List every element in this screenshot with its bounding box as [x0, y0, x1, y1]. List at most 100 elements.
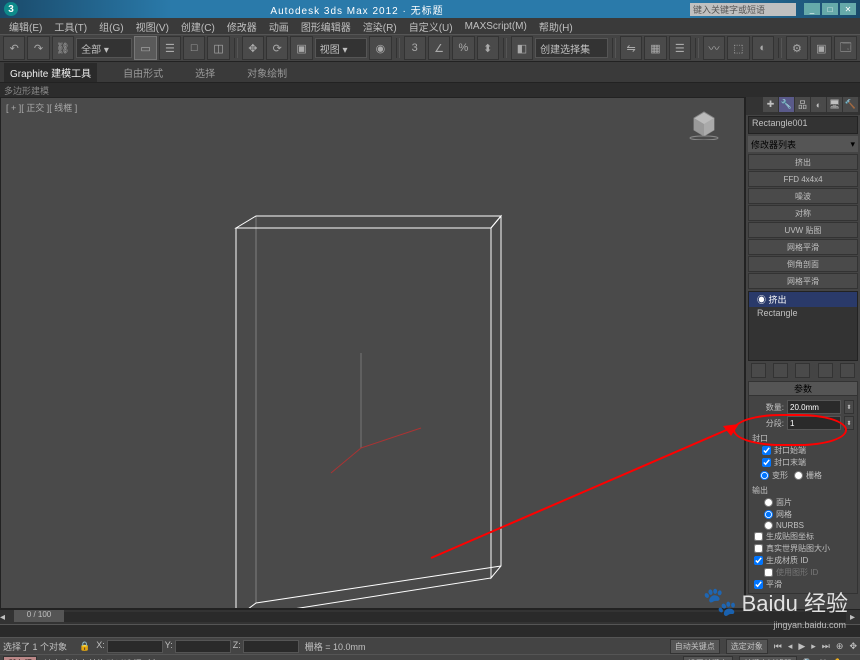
curve-editor-button[interactable]: 〰	[703, 36, 725, 60]
pivot-button[interactable]: ◉	[369, 36, 391, 60]
smooth-checkbox[interactable]	[754, 580, 763, 589]
rotate-button[interactable]: ⟳	[266, 36, 288, 60]
menu-graph[interactable]: 图形编辑器	[296, 19, 356, 34]
menu-modifiers[interactable]: 修改器	[222, 19, 262, 34]
cap-end-checkbox[interactable]	[762, 458, 771, 467]
amount-input[interactable]: 20.0mm	[787, 400, 841, 414]
play-button[interactable]: ▶	[798, 641, 805, 652]
menu-animation[interactable]: 动画	[264, 19, 294, 34]
link-button[interactable]: ⛓	[52, 36, 74, 60]
scale-button[interactable]: ▣	[290, 36, 312, 60]
remove-mod-button[interactable]	[818, 363, 833, 378]
timeline[interactable]: ◂ 0 / 100 ▸	[0, 609, 860, 624]
render-button[interactable]: 🗔	[834, 36, 856, 60]
tab-graphite[interactable]: Graphite 建模工具	[4, 63, 97, 82]
named-sets-list[interactable]: 创建选择集	[535, 38, 608, 58]
show-end-button[interactable]	[773, 363, 788, 378]
menu-render[interactable]: 渲染(R)	[358, 19, 402, 34]
output-nurbs-radio[interactable]	[764, 521, 773, 530]
modifier-stack[interactable]: ◉ 挤出 Rectangle	[748, 291, 858, 361]
menu-create[interactable]: 创建(C)	[176, 19, 220, 34]
nav-icon2[interactable]: ✥	[849, 641, 857, 652]
window-crossing-button[interactable]: ◫	[207, 36, 229, 60]
close-button[interactable]: ✕	[840, 3, 856, 15]
config-button[interactable]	[840, 363, 855, 378]
ref-coord-system[interactable]: 视图 ▾	[315, 38, 368, 58]
play-next-button[interactable]: ▸	[811, 641, 816, 652]
track-bar[interactable]	[0, 624, 860, 637]
play-prev-button[interactable]: ◂	[788, 641, 793, 652]
menu-group[interactable]: 组(G)	[94, 19, 128, 34]
menu-tools[interactable]: 工具(T)	[49, 19, 92, 34]
material-editor-button[interactable]: ◐	[752, 36, 774, 60]
morph-radio[interactable]	[760, 471, 769, 480]
stack-item-extrude[interactable]: ◉ 挤出	[749, 292, 857, 307]
mod-meshsmooth2[interactable]: 网格平滑	[748, 273, 858, 289]
undo-button[interactable]: ↶	[3, 36, 25, 60]
motion-tab-icon[interactable]: ◐	[811, 97, 826, 112]
layers-button[interactable]: ☰	[669, 36, 691, 60]
mod-bevel[interactable]: 倒角剖面	[748, 256, 858, 272]
move-button[interactable]: ✥	[242, 36, 264, 60]
spinner-snap-button[interactable]: ⬍	[477, 36, 499, 60]
grid-radio[interactable]	[794, 471, 803, 480]
mod-ffd[interactable]: FFD 4x4x4	[748, 171, 858, 187]
play-end-button[interactable]: ⏭	[822, 641, 830, 652]
mod-noise[interactable]: 噪波	[748, 188, 858, 204]
object-name-field[interactable]: Rectangle001	[748, 116, 858, 134]
y-input[interactable]	[175, 640, 231, 653]
lock-icon[interactable]: 🔒	[79, 641, 90, 652]
redo-button[interactable]: ↷	[27, 36, 49, 60]
key-filter-button[interactable]: 关键点过滤器	[739, 656, 797, 660]
maximize-button[interactable]: □	[822, 3, 838, 15]
menu-view[interactable]: 视图(V)	[131, 19, 174, 34]
selection-filter[interactable]: 全部 ▾	[76, 38, 132, 58]
stack-item-rectangle[interactable]: Rectangle	[749, 307, 857, 319]
rollout-header[interactable]: 参数	[749, 382, 857, 396]
display-tab-icon[interactable]: 🖥	[827, 97, 842, 112]
angle-snap-button[interactable]: ∠	[428, 36, 450, 60]
now-button[interactable]: 所在行	[3, 656, 37, 660]
z-input[interactable]	[243, 640, 299, 653]
mod-uvw[interactable]: UVW 贴图	[748, 222, 858, 238]
schematic-button[interactable]: ⬚	[727, 36, 749, 60]
time-slider[interactable]: 0 / 100	[14, 610, 64, 622]
output-mesh-radio[interactable]	[764, 510, 773, 519]
gen-map-checkbox[interactable]	[754, 532, 763, 541]
align-button[interactable]: ▦	[644, 36, 666, 60]
mod-extrude[interactable]: 挤出	[748, 154, 858, 170]
unique-button[interactable]	[795, 363, 810, 378]
auto-key-button[interactable]: 自动关键点	[670, 639, 720, 654]
rect-region-button[interactable]: □	[183, 36, 205, 60]
segments-input[interactable]: 1	[787, 416, 841, 430]
x-input[interactable]	[107, 640, 163, 653]
use-shape-checkbox[interactable]	[764, 568, 773, 577]
select-name-button[interactable]: ☰	[159, 36, 181, 60]
menu-edit[interactable]: 编辑(E)	[4, 19, 47, 34]
mod-meshsmooth[interactable]: 网格平滑	[748, 239, 858, 255]
modify-tab-icon[interactable]: 🔧	[779, 97, 794, 112]
set-key-button[interactable]: 设置关键点	[683, 656, 733, 660]
hierarchy-tab-icon[interactable]: 品	[795, 97, 810, 112]
tab-selection[interactable]: 选择	[189, 63, 221, 82]
minimize-button[interactable]: _	[804, 3, 820, 15]
pin-stack-button[interactable]	[751, 363, 766, 378]
modifier-list-dropdown[interactable]: 修改器列表▾	[748, 136, 858, 152]
utilities-tab-icon[interactable]: 🔨	[843, 97, 858, 112]
menu-custom[interactable]: 自定义(U)	[404, 19, 458, 34]
tab-paint[interactable]: 对象绘制	[241, 63, 293, 82]
select-button[interactable]: ▭	[134, 36, 156, 60]
ribbon-subpanel[interactable]: 多边形建模	[0, 83, 860, 97]
render-setup-button[interactable]: ⚙	[786, 36, 808, 60]
output-patch-radio[interactable]	[764, 498, 773, 507]
set-key-dropdown[interactable]: 选定对象	[726, 639, 768, 654]
named-sets-button[interactable]: ◧	[511, 36, 533, 60]
menu-help[interactable]: 帮助(H)	[534, 19, 578, 34]
mirror-button[interactable]: ⇋	[620, 36, 642, 60]
create-tab-icon[interactable]: ✚	[763, 97, 778, 112]
percent-snap-button[interactable]: %	[452, 36, 474, 60]
menu-maxscript[interactable]: MAXScript(M)	[460, 21, 532, 32]
snap-button[interactable]: 3	[404, 36, 426, 60]
gen-mat-checkbox[interactable]	[754, 556, 763, 565]
real-world-checkbox[interactable]	[754, 544, 763, 553]
